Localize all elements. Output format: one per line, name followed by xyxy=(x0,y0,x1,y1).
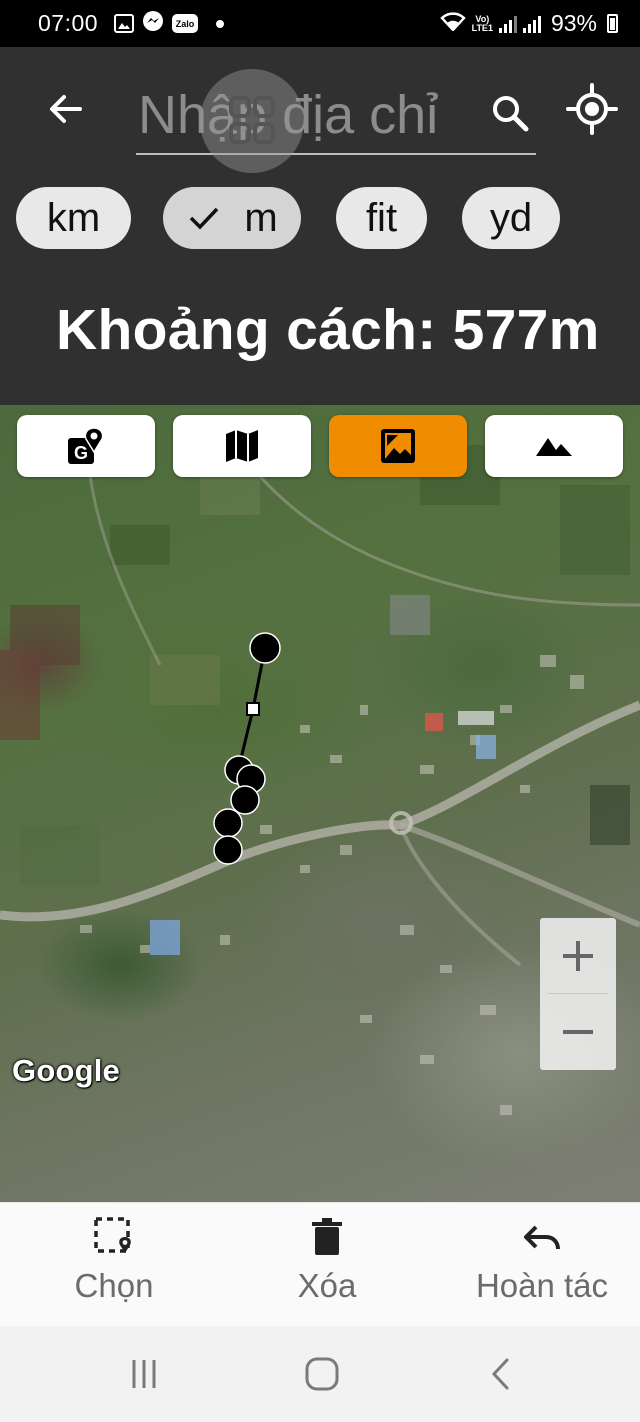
status-time: 07:00 xyxy=(38,10,99,36)
path-point xyxy=(230,785,260,815)
select-area-icon xyxy=(94,1217,131,1253)
address-search[interactable] xyxy=(136,79,536,155)
zalo-icon: Zalo xyxy=(172,14,199,33)
map-icon xyxy=(226,430,258,462)
unit-chip-km[interactable]: km xyxy=(16,187,131,249)
map-type-roadmap-button[interactable] xyxy=(173,415,311,477)
system-navigation-bar xyxy=(0,1326,640,1422)
svg-text:G: G xyxy=(74,443,88,463)
address-input[interactable] xyxy=(138,85,488,145)
signal-2-icon xyxy=(522,15,541,33)
delete-label: Xóa xyxy=(297,1267,357,1304)
check-icon xyxy=(190,207,219,230)
unit-chip-m[interactable]: m xyxy=(163,187,301,249)
delete-button[interactable]: Xóa xyxy=(277,1203,377,1327)
undo-icon xyxy=(524,1225,560,1250)
recent-apps-icon xyxy=(132,1360,156,1388)
network-label-bottom: LTE1 xyxy=(471,22,493,33)
unit-chip-yd[interactable]: yd xyxy=(462,187,560,249)
search-icon[interactable] xyxy=(488,91,532,135)
plus-icon xyxy=(563,940,593,971)
wifi-icon xyxy=(439,10,466,37)
unit-chip-ft[interactable]: fit xyxy=(336,187,427,249)
google-maps-icon: G xyxy=(68,427,104,464)
dot-icon xyxy=(216,19,225,28)
undo-button[interactable]: Hoàn tác xyxy=(462,1203,622,1327)
app-screen: 07:00 Zalo Vo) LTE1 93% Nhập địa chỉ km … xyxy=(0,0,640,1422)
satellite-image-icon xyxy=(381,429,415,463)
app-header: km m fit yd Khoảng cách: 577m xyxy=(0,47,640,405)
battery-icon xyxy=(607,14,618,33)
unit-chip-label: fit xyxy=(365,195,398,240)
minus-icon xyxy=(563,1029,593,1034)
map-type-satellite-button[interactable] xyxy=(329,415,467,477)
undo-label: Hoàn tác xyxy=(475,1267,609,1304)
recent-apps-button[interactable] xyxy=(114,1354,174,1394)
notification-icons: Zalo xyxy=(114,10,225,38)
map-type-terrain-button[interactable] xyxy=(485,415,623,477)
path-point xyxy=(213,835,243,865)
path-point xyxy=(249,632,281,664)
trash-icon xyxy=(312,1218,342,1255)
messenger-icon xyxy=(142,10,164,38)
unit-chip-label: m xyxy=(244,195,278,240)
select-button[interactable]: Chọn xyxy=(64,1203,164,1327)
unit-chip-label: km xyxy=(46,195,101,240)
grid-icon xyxy=(229,96,275,144)
satellite-map[interactable]: G Google xyxy=(0,405,640,1202)
battery-level: 93% xyxy=(550,10,597,36)
google-attribution: Google xyxy=(12,1053,120,1088)
home-button[interactable] xyxy=(292,1354,352,1394)
floating-assistant-button[interactable] xyxy=(200,69,304,173)
zoom-in-button[interactable] xyxy=(540,918,616,993)
bottom-toolbar: Chọn Xóa Hoàn tác xyxy=(0,1202,640,1326)
path-midpoint-handle xyxy=(246,702,260,716)
system-back-button[interactable] xyxy=(472,1354,532,1394)
terrain-icon xyxy=(536,438,572,456)
map-type-google-button[interactable]: G xyxy=(17,415,155,477)
zoom-controls xyxy=(540,918,616,1070)
back-button[interactable] xyxy=(44,87,88,131)
arrow-left-icon xyxy=(50,95,82,123)
status-right: Vo) LTE1 93% xyxy=(439,10,618,37)
unit-chip-label: yd xyxy=(489,195,533,240)
path-point xyxy=(213,808,243,838)
back-icon xyxy=(491,1358,509,1390)
select-label: Chọn xyxy=(74,1267,154,1304)
zoom-out-button[interactable] xyxy=(540,994,616,1069)
my-location-button[interactable] xyxy=(566,83,618,135)
network-type: Vo) LTE1 xyxy=(471,14,493,33)
signal-icon xyxy=(498,15,517,33)
image-icon xyxy=(114,14,135,33)
distance-readout: Khoảng cách: 577m xyxy=(56,298,600,362)
gps-crosshair-icon xyxy=(566,83,618,135)
status-bar: 07:00 Zalo Vo) LTE1 93% xyxy=(0,0,640,47)
home-icon xyxy=(305,1357,339,1391)
